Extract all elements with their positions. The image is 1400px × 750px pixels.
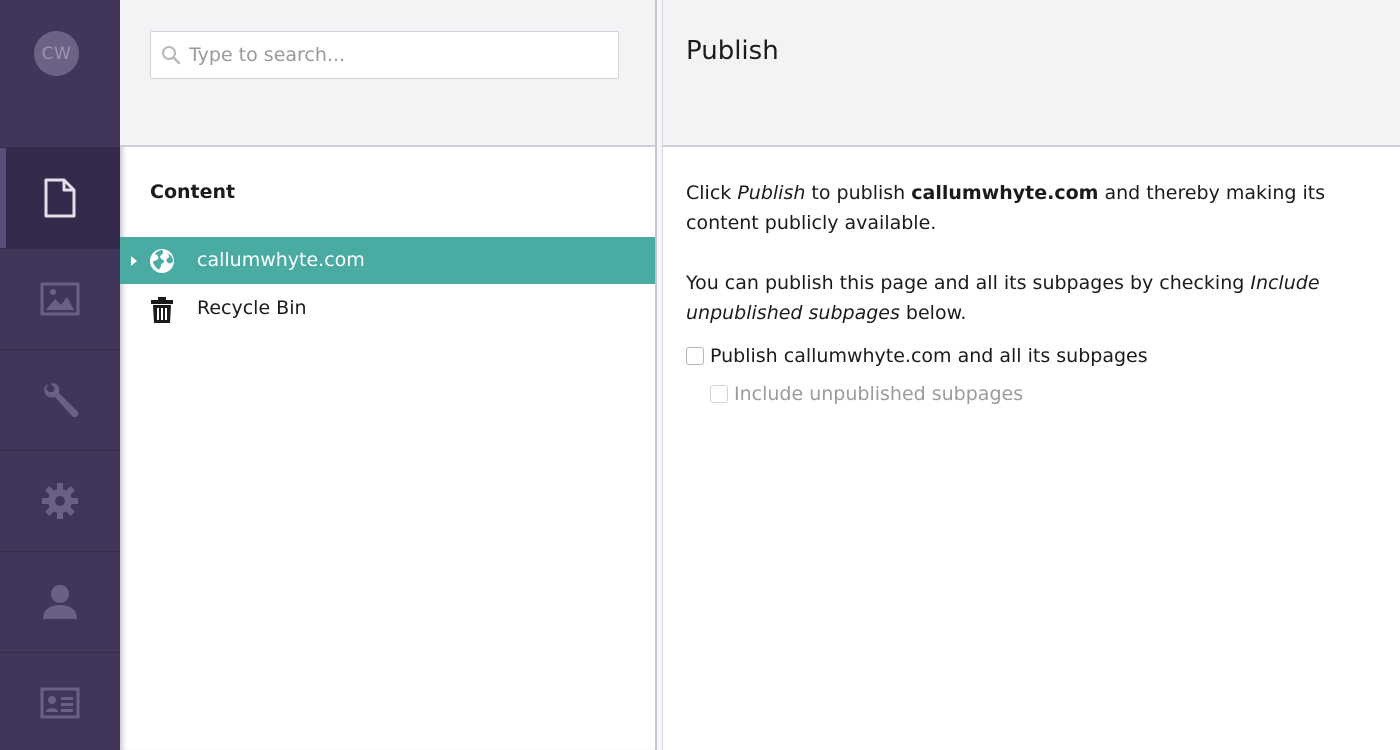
publish-panel: Publish Click Publish to publish callumw… <box>663 0 1400 750</box>
search-input[interactable] <box>189 32 609 78</box>
user-icon <box>43 585 77 619</box>
panel-title: Publish <box>686 36 779 66</box>
tree-node-callumwhyte[interactable]: callumwhyte.com <box>120 237 655 284</box>
wrench-icon <box>44 383 79 418</box>
section-developer[interactable] <box>0 450 120 551</box>
section-members[interactable] <box>0 652 120 750</box>
app: CW Type to search... Content callumwhyte… <box>0 0 1400 750</box>
section-content[interactable] <box>0 147 120 248</box>
id-card-icon <box>40 687 80 719</box>
publish-all-checkbox[interactable] <box>686 347 704 365</box>
publish-paragraph-2: You can publish this page and all its su… <box>686 272 1320 324</box>
content-tree-panel: Content callumwhyte.com Recycle Bin <box>120 0 655 750</box>
section-media[interactable] <box>0 248 120 349</box>
search-icon <box>162 46 181 65</box>
publish-all-label: Publish callumwhyte.com and all its subp… <box>710 345 1148 367</box>
expand-caret-icon[interactable] <box>130 255 138 267</box>
image-icon <box>40 282 80 316</box>
section-users[interactable] <box>0 551 120 652</box>
tree-node-recycle-bin[interactable]: Recycle Bin <box>120 285 655 332</box>
publish-description: Click Publish to publish callumwhyte.com… <box>686 178 1366 358</box>
tree-title: Content <box>150 181 236 203</box>
include-unpublished-option: Include unpublished subpages <box>710 383 1023 405</box>
tree-header <box>120 0 655 147</box>
search-box <box>150 31 619 79</box>
panel-splitter[interactable] <box>655 0 663 750</box>
publish-header: Publish <box>663 0 1400 147</box>
section-sidebar: CW <box>0 0 120 750</box>
section-settings[interactable] <box>0 349 120 450</box>
include-unpublished-label: Include unpublished subpages <box>734 383 1024 405</box>
include-unpublished-checkbox <box>710 385 728 403</box>
globe-icon <box>150 249 174 273</box>
gear-icon <box>42 483 78 519</box>
publish-all-option[interactable]: Publish callumwhyte.com and all its subp… <box>686 345 1148 367</box>
trash-icon <box>151 297 173 323</box>
user-avatar[interactable]: CW <box>34 31 79 76</box>
avatar-area: CW <box>0 0 120 147</box>
tree-node-label: Recycle Bin <box>197 297 307 319</box>
tree-node-label: callumwhyte.com <box>197 249 365 271</box>
document-icon <box>44 178 76 218</box>
publish-paragraph-1: Click Publish to publish callumwhyte.com… <box>686 182 1326 234</box>
